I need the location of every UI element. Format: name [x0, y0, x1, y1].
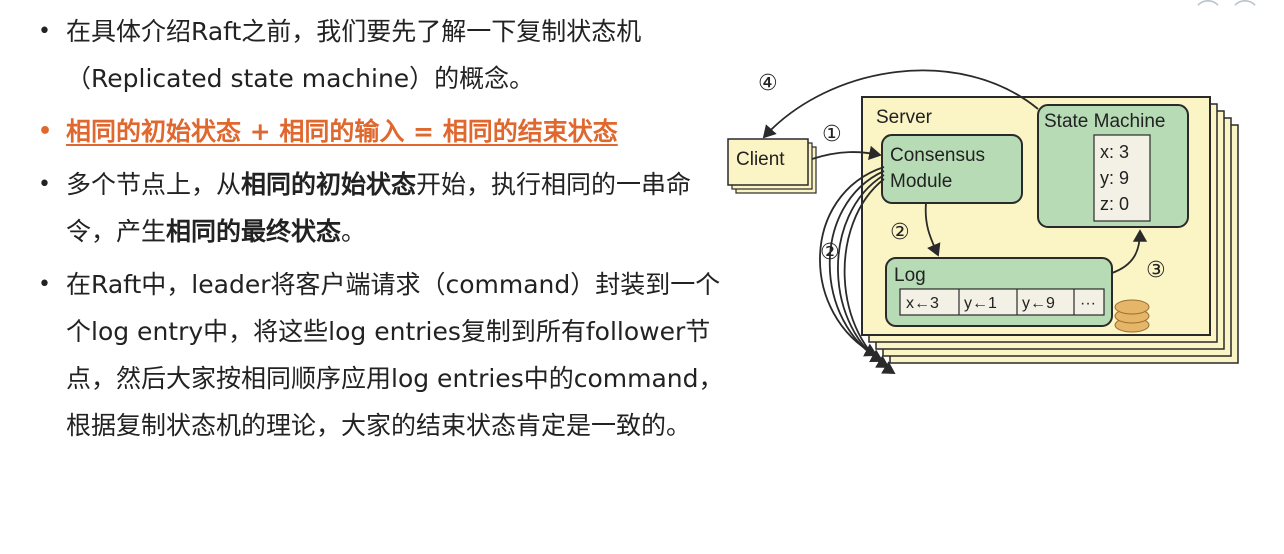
- consensus-label-line2: Module: [890, 171, 952, 192]
- state-machine-label: State Machine: [1044, 111, 1165, 132]
- bullet-list: • 在具体介绍Raft之前，我们要先了解一下复制状态机（Replicated s…: [36, 8, 736, 455]
- bullet-item-nodes: • 多个节点上，从相同的初始状态开始，执行相同的一串命令，产生相同的最终状态。: [36, 161, 736, 255]
- step-number-3: ③: [1146, 257, 1166, 282]
- bullet-text-part: 多个节点上，从: [66, 170, 242, 199]
- bullet-text: 在具体介绍Raft之前，我们要先了解一下复制状态机（Replicated sta…: [66, 17, 642, 93]
- bullet-item-intro: • 在具体介绍Raft之前，我们要先了解一下复制状态机（Replicated s…: [36, 8, 736, 102]
- step-number-2-inner: ②: [890, 219, 910, 244]
- log-label: Log: [894, 265, 926, 286]
- consensus-label-line1: Consensus: [890, 145, 985, 166]
- bullet-bold-text: 相同的初始状态: [241, 170, 417, 199]
- replicated-state-machine-diagram: Server Client Consensus Module State Mac…: [727, 69, 1239, 374]
- step-number-2-replicate: ②: [820, 239, 840, 264]
- log-entry-2: y←1: [964, 295, 997, 312]
- bullet-bold-text: 相同的最终状态: [166, 217, 342, 246]
- bullet-item-raft: • 在Raft中，leader将客户端请求（command）封装到一个个log …: [36, 261, 736, 449]
- log-entry-1: x←3: [906, 295, 939, 312]
- log-entry-3: y←9: [1022, 295, 1055, 312]
- bullet-dot: •: [38, 272, 51, 297]
- state-value-x: x: 3: [1100, 142, 1129, 162]
- state-value-y: y: 9: [1100, 168, 1129, 188]
- bullet-item-highlight: • 相同的初始状态 + 相同的输入 = 相同的结束状态: [36, 108, 736, 155]
- bullet-text: 在Raft中，leader将客户端请求（command）封装到一个个log en…: [66, 270, 724, 440]
- step-number-1: ①: [822, 121, 842, 146]
- bullet-text-part: 。: [341, 217, 367, 246]
- bullet-dot: •: [38, 19, 51, 44]
- storage-disk-icon: [1114, 299, 1150, 333]
- log-entry-more: ···: [1080, 295, 1096, 312]
- step-number-4: ④: [758, 70, 778, 95]
- state-value-z: z: 0: [1100, 194, 1129, 214]
- bullet-text: 相同的初始状态 + 相同的输入 = 相同的结束状态: [66, 117, 618, 146]
- client-label: Client: [736, 149, 785, 170]
- bullet-dot: •: [38, 119, 53, 144]
- server-label: Server: [876, 107, 933, 128]
- bullet-dot: •: [38, 172, 51, 197]
- toolbar-faint-icons: ⌒ ⌒: [1197, 0, 1260, 25]
